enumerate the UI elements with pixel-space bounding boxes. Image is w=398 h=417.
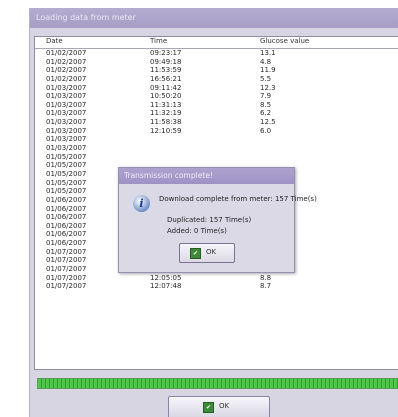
table-row[interactable]: 01/03/2007 10:50:20 7.9	[35, 92, 398, 101]
checkmark-icon: ✔	[190, 248, 201, 259]
date-cell: 01/07/2007	[46, 282, 87, 291]
table-row[interactable]: 01/03/2007 12:10:59 6.0	[35, 127, 398, 136]
table-row[interactable]: 01/03/2007	[35, 135, 398, 144]
glucose-cell: 6.2	[260, 109, 272, 118]
glucose-cell: 12.3	[260, 83, 276, 92]
time-cell: 11:32:19	[150, 109, 182, 118]
dialog-title: Transmission complete!	[119, 168, 294, 184]
date-cell: 01/03/2007	[46, 92, 87, 101]
glucose-cell: 8.8	[260, 273, 272, 282]
date-cell: 01/02/2007	[46, 49, 87, 57]
glucose-cell: 8.7	[260, 282, 272, 291]
table-row[interactable]: 01/03/2007	[35, 144, 398, 153]
checkmark-icon: ✔	[203, 402, 214, 413]
glucose-cell: 11.9	[260, 66, 276, 75]
date-cell: 01/07/2007	[46, 256, 87, 265]
time-cell: 10:50:20	[150, 92, 182, 101]
date-cell: 01/03/2007	[46, 100, 87, 109]
date-cell: 01/06/2007	[46, 221, 87, 230]
date-cell: 01/05/2007	[46, 178, 87, 187]
column-header-date[interactable]: Date	[46, 37, 63, 45]
date-cell: 01/06/2007	[46, 239, 87, 248]
time-cell: 11:31:13	[150, 100, 182, 109]
table-row[interactable]: 01/07/2007 12:05:05 8.8	[35, 274, 398, 283]
date-cell: 01/06/2007	[46, 213, 87, 222]
table-row[interactable]: 01/02/2007 16:56:21 5.5	[35, 75, 398, 84]
dialog-ok-label: OK	[206, 248, 217, 256]
progress-fill	[38, 379, 398, 388]
date-cell: 01/02/2007	[46, 57, 87, 66]
date-cell: 01/07/2007	[46, 273, 87, 282]
table-row[interactable]: 01/03/2007 11:58:38 12.5	[35, 118, 398, 127]
date-cell: 01/05/2007	[46, 161, 87, 170]
date-cell: 01/06/2007	[46, 204, 87, 213]
glucose-cell: 7.9	[260, 92, 272, 101]
time-cell: 11:58:38	[150, 118, 182, 127]
time-cell: 12:05:05	[150, 273, 182, 282]
date-cell: 01/03/2007	[46, 109, 87, 118]
time-cell: 09:49:18	[150, 57, 182, 66]
date-cell: 01/03/2007	[46, 135, 87, 144]
glucose-cell: 12.5	[260, 118, 276, 127]
table-row[interactable]: 01/03/2007 09:11:42 12.3	[35, 84, 398, 93]
date-cell: 01/05/2007	[46, 169, 87, 178]
table-row[interactable]: 01/02/2007 09:49:18 4.8	[35, 58, 398, 67]
table-row[interactable]: 01/03/2007 11:32:19 6.2	[35, 109, 398, 118]
date-cell: 01/03/2007	[46, 83, 87, 92]
date-cell: 01/07/2007	[46, 247, 87, 256]
date-cell: 01/07/2007	[46, 265, 87, 274]
download-progress-bar	[37, 378, 398, 389]
time-cell: 09:11:42	[150, 83, 182, 92]
table-row[interactable]: 01/07/2007 12:07:48 8.7	[35, 282, 398, 291]
column-header-glucose[interactable]: Glucose value	[260, 37, 309, 45]
date-cell: 01/03/2007	[46, 118, 87, 127]
ok-label: OK	[219, 402, 230, 410]
dialog-added: Added: 0 Time(s)	[167, 227, 227, 235]
date-cell: 01/02/2007	[46, 74, 87, 83]
dialog-message: Download complete from meter: 157 Time(s…	[159, 195, 317, 203]
date-cell: 01/03/2007	[46, 144, 87, 153]
table-row[interactable]: 01/02/2007 11:53:59 11.9	[35, 66, 398, 75]
time-cell: 16:56:21	[150, 74, 182, 83]
time-cell: 12:10:59	[150, 126, 182, 135]
transmission-dialog: Transmission complete! i Download comple…	[118, 167, 317, 273]
loading-window: Loading data from meter Date Time Glucos…	[29, 8, 398, 417]
table-header: Date Time Glucose value	[35, 37, 398, 49]
date-cell: 01/05/2007	[46, 187, 87, 196]
info-icon: i	[133, 195, 150, 212]
date-cell: 01/06/2007	[46, 230, 87, 239]
time-cell: 12:07:48	[150, 282, 182, 291]
dialog-duplicated: Duplicated: 157 Time(s)	[167, 216, 252, 224]
table-row[interactable]: 01/05/2007	[35, 153, 398, 162]
window-title: Loading data from meter	[30, 8, 398, 28]
table-row[interactable]: 01/02/2007 09:23:17 13.1	[35, 49, 398, 58]
time-cell: 09:23:17	[150, 49, 182, 57]
date-cell: 01/02/2007	[46, 66, 87, 75]
ok-button[interactable]: ✔ OK	[168, 396, 270, 417]
glucose-cell: 4.8	[260, 57, 272, 66]
dialog-ok-button[interactable]: ✔ OK	[179, 243, 235, 263]
glucose-cell: 5.5	[260, 74, 272, 83]
date-cell: 01/05/2007	[46, 152, 87, 161]
date-cell: 01/06/2007	[46, 195, 87, 204]
column-header-time[interactable]: Time	[150, 37, 167, 45]
glucose-cell: 8.5	[260, 100, 272, 109]
glucose-cell: 6.0	[260, 126, 272, 135]
date-cell: 01/03/2007	[46, 126, 87, 135]
glucose-cell: 13.1	[260, 49, 276, 57]
time-cell: 11:53:59	[150, 66, 182, 75]
table-row[interactable]: 01/03/2007 11:31:13 8.5	[35, 101, 398, 110]
